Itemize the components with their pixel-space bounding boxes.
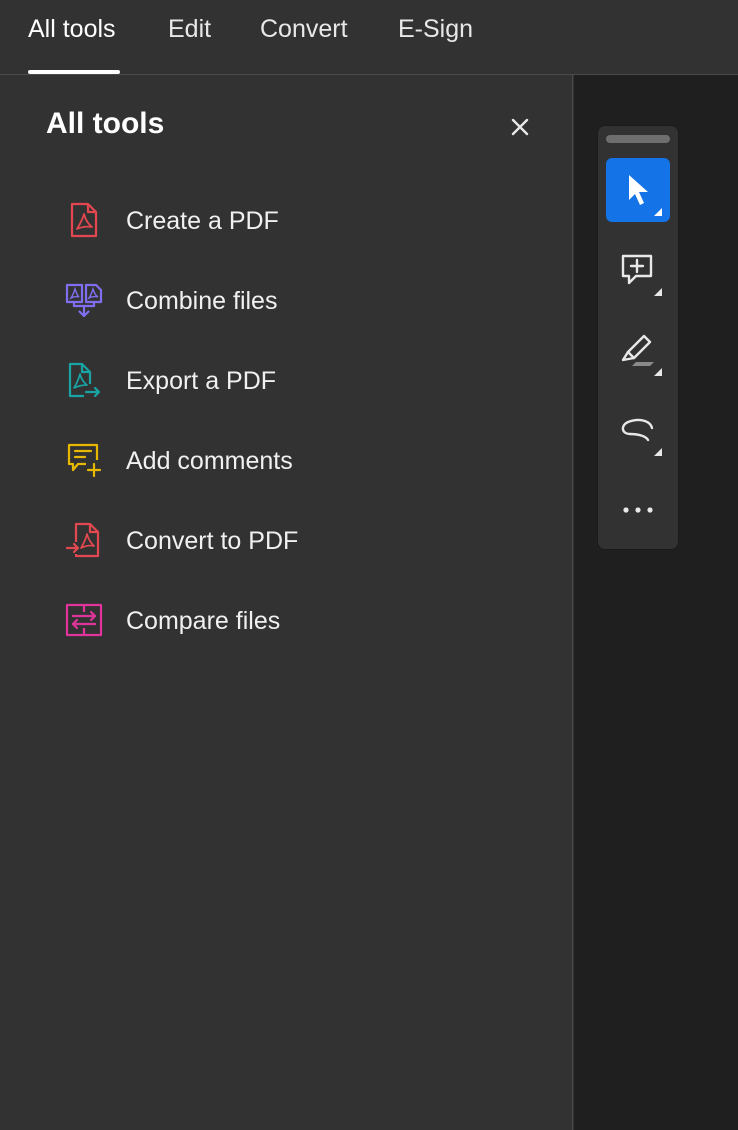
add-comments-icon xyxy=(67,443,102,478)
create-pdf-icon xyxy=(70,202,98,238)
quick-action-toolbar xyxy=(597,125,679,550)
tab-e-sign[interactable]: E-Sign xyxy=(398,0,473,74)
tab-convert[interactable]: Convert xyxy=(260,0,348,74)
draw-tool-button[interactable] xyxy=(606,398,670,462)
tool-label: Convert to PDF xyxy=(126,527,299,555)
select-tool-button[interactable] xyxy=(606,158,670,222)
add-comment-tool-button[interactable] xyxy=(606,238,670,302)
highlight-pen-icon xyxy=(621,334,662,376)
highlight-tool-button[interactable] xyxy=(606,318,670,382)
export-pdf-icon xyxy=(68,362,101,398)
more-options-icon xyxy=(623,507,653,513)
tool-combine-files[interactable]: Combine files xyxy=(0,261,572,341)
tool-convert-to-pdf[interactable]: Convert to PDF xyxy=(0,501,572,581)
tool-label: Combine files xyxy=(126,287,278,315)
tool-label: Export a PDF xyxy=(126,367,277,395)
tab-all-tools[interactable]: All tools xyxy=(28,0,116,74)
add-comment-icon xyxy=(621,254,662,296)
toolbar-drag-handle[interactable] xyxy=(606,135,670,143)
tool-compare-files[interactable]: Compare files xyxy=(0,581,572,661)
tool-list: Create a PDF Combine files Export a PDF … xyxy=(0,181,572,661)
active-tab-indicator xyxy=(28,70,120,74)
close-panel-button[interactable] xyxy=(504,111,536,143)
tool-create-pdf[interactable]: Create a PDF xyxy=(0,181,572,261)
tool-export-pdf[interactable]: Export a PDF xyxy=(0,341,572,421)
combine-files-icon xyxy=(65,283,103,318)
convert-to-pdf-icon xyxy=(65,522,100,558)
close-icon xyxy=(511,118,529,136)
freehand-draw-icon xyxy=(621,418,662,456)
all-tools-panel: All tools Create a PDF Combine files Exp… xyxy=(0,75,573,1130)
tool-label: Create a PDF xyxy=(126,207,279,235)
compare-files-icon xyxy=(65,603,103,637)
tab-edit[interactable]: Edit xyxy=(168,0,211,74)
more-tools-button[interactable] xyxy=(606,478,670,542)
top-tab-bar: All tools Edit Convert E-Sign xyxy=(0,0,738,75)
tool-label: Compare files xyxy=(126,607,281,635)
tool-label: Add comments xyxy=(126,447,293,475)
tool-add-comments[interactable]: Add comments xyxy=(0,421,572,501)
select-cursor-icon xyxy=(629,175,662,216)
panel-title: All tools xyxy=(46,107,165,140)
